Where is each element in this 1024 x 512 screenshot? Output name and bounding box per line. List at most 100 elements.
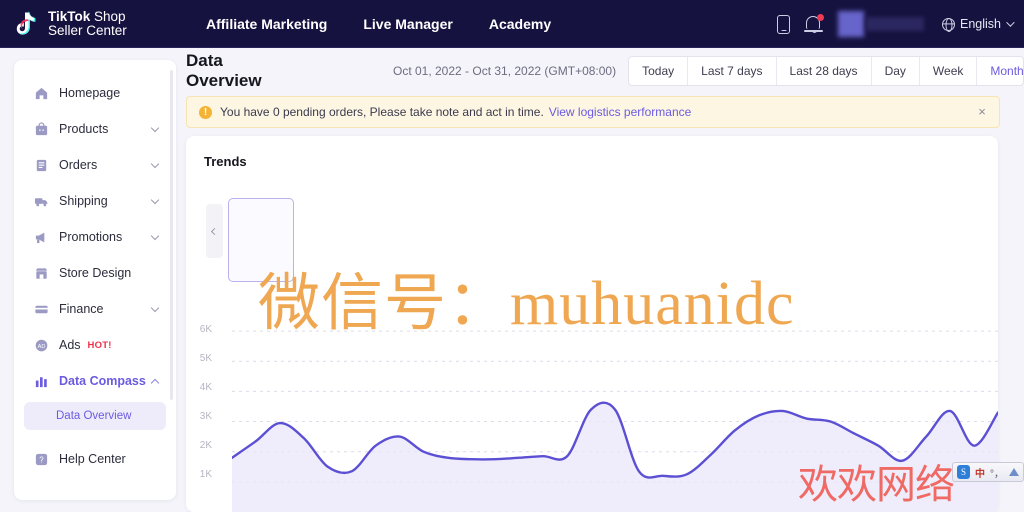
sidebar-divider-space — [14, 436, 176, 444]
language-selector[interactable]: English — [942, 17, 1015, 31]
store-icon — [34, 266, 49, 281]
chevron-down-icon — [1006, 18, 1015, 27]
sidebar-item-homepage[interactable]: Homepage — [24, 78, 166, 108]
svg-text:AD: AD — [38, 343, 46, 349]
carousel-prev-button[interactable] — [206, 204, 223, 258]
range-button-week[interactable]: Week — [920, 57, 978, 85]
y-tick-2k: 2K — [199, 440, 212, 451]
sidebar-sublabel: Data Overview — [56, 410, 132, 422]
sidebar-label: Shipping — [59, 194, 108, 208]
range-button-day[interactable]: Day — [872, 57, 920, 85]
range-button-last-28-days[interactable]: Last 28 days — [777, 57, 872, 85]
pending-orders-alert: ! You have 0 pending orders, Please take… — [186, 96, 1000, 128]
brand-subtitle: Seller Center — [48, 22, 127, 38]
sidebar-label: Products — [59, 122, 109, 136]
y-tick-3k: 3K — [199, 411, 212, 422]
sidebar-item-orders[interactable]: Orders — [24, 150, 166, 180]
y-tick-6k: 6K — [199, 324, 212, 335]
username-redacted — [866, 17, 924, 31]
brand-logo[interactable]: TikTok Shop Seller Center — [16, 8, 166, 38]
chevron-down-icon — [150, 195, 160, 205]
brand-rest: Shop — [90, 8, 126, 24]
sidebar-label: Help Center — [59, 452, 126, 466]
sidebar-item-finance[interactable]: Finance — [24, 294, 166, 324]
bell-clapper-icon — [811, 30, 817, 33]
chevron-down-icon — [150, 303, 160, 313]
brand-bold: TikTok — [48, 8, 91, 24]
nav-link-live-manager[interactable]: Live Manager — [363, 16, 452, 32]
ads-hot-badge: HOT! — [87, 339, 112, 351]
chart-icon — [34, 374, 49, 389]
page-header: Data Overview Oct 01, 2022 - Oct 31, 202… — [182, 48, 1024, 94]
view-logistics-performance-link[interactable]: View logistics performance — [549, 105, 692, 119]
trends-card: Trends 6K 5K 4K 3K 2K 1K — [186, 136, 998, 512]
sidebar-item-data-overview[interactable]: Data Overview — [24, 402, 166, 430]
warning-icon: ! — [199, 105, 212, 119]
ime-triangle-icon[interactable] — [1009, 468, 1019, 476]
megaphone-icon — [34, 230, 49, 245]
ads-icon: AD — [34, 338, 49, 353]
chevron-down-icon — [150, 231, 160, 241]
sidebar-item-products[interactable]: Products — [24, 114, 166, 144]
sidebar-label: Orders — [59, 158, 98, 172]
ime-punctuation-icon[interactable]: °， — [990, 465, 1004, 480]
sidebar-item-store-design[interactable]: Store Design — [24, 258, 166, 288]
sidebar-item-help-center[interactable]: ? Help Center — [24, 444, 166, 474]
order-icon — [34, 158, 49, 173]
alert-message: You have 0 pending orders, Please take n… — [220, 105, 544, 119]
truck-icon — [34, 194, 49, 209]
chevron-down-icon — [150, 123, 160, 133]
tiktok-note-icon — [16, 10, 42, 38]
sidebar: Homepage Products Orders Shipping Promot… — [14, 60, 176, 500]
home-icon — [34, 86, 49, 101]
avatar — [838, 11, 864, 37]
y-tick-4k: 4K — [199, 382, 212, 393]
y-tick-1k: 1K — [199, 469, 212, 480]
chevron-left-icon — [210, 227, 219, 235]
sidebar-item-promotions[interactable]: Promotions — [24, 222, 166, 252]
nav-link-academy[interactable]: Academy — [489, 16, 551, 32]
sidebar-label: Ads — [59, 338, 81, 352]
trends-chart: 6K 5K 4K 3K 2K 1K — [186, 316, 998, 512]
sidebar-item-shipping[interactable]: Shipping — [24, 186, 166, 216]
sidebar-label: Promotions — [59, 230, 123, 244]
top-nav-links: Affiliate Marketing Live Manager Academy — [206, 16, 551, 32]
card-icon — [34, 302, 49, 317]
sidebar-label: Store Design — [59, 266, 132, 280]
sidebar-item-ads[interactable]: AD Ads HOT! — [24, 330, 166, 360]
user-account[interactable] — [838, 11, 924, 37]
bag-icon — [34, 121, 49, 137]
date-range-segmented-control: Today Last 7 days Last 28 days Day Week … — [628, 56, 1024, 86]
language-label: English — [960, 17, 1001, 31]
card-title: Trends — [204, 154, 247, 169]
sidebar-item-data-compass[interactable]: Data Compass — [24, 366, 166, 396]
sidebar-scrollbar[interactable] — [170, 70, 173, 400]
mobile-app-icon[interactable] — [777, 14, 790, 34]
nav-link-affiliate-marketing[interactable]: Affiliate Marketing — [206, 16, 327, 32]
globe-icon — [942, 17, 955, 31]
brand-text: TikTok Shop Seller Center — [48, 8, 127, 38]
ime-logo-icon: S — [957, 465, 970, 479]
page-title: Data Overview — [186, 51, 262, 90]
chevron-down-icon — [150, 159, 160, 169]
help-icon: ? — [34, 452, 49, 467]
sidebar-label: Data Compass — [59, 374, 146, 388]
notification-badge-dot — [817, 14, 824, 21]
ime-toolbar[interactable]: S 中 °， — [952, 462, 1024, 482]
range-button-today[interactable]: Today — [629, 57, 689, 85]
ime-language-indicator[interactable]: 中 — [975, 465, 985, 480]
y-tick-5k: 5K — [199, 353, 212, 364]
chart-plot-area — [232, 330, 998, 512]
svg-text:?: ? — [39, 455, 44, 464]
range-button-month[interactable]: Month — [977, 57, 1023, 85]
app-root: TikTok Shop Seller Center Affiliate Mark… — [0, 0, 1024, 512]
range-button-last-7-days[interactable]: Last 7 days — [688, 57, 777, 85]
sidebar-label: Finance — [59, 302, 104, 316]
notifications-button[interactable] — [803, 13, 824, 35]
close-icon[interactable]: × — [975, 105, 989, 119]
metric-card-selected[interactable] — [228, 198, 294, 282]
sidebar-label: Homepage — [59, 86, 121, 100]
top-nav-right-tools: English — [777, 0, 1015, 48]
main-content: Data Overview Oct 01, 2022 - Oct 31, 202… — [182, 48, 1024, 512]
top-navigation-bar: TikTok Shop Seller Center Affiliate Mark… — [0, 0, 1024, 48]
